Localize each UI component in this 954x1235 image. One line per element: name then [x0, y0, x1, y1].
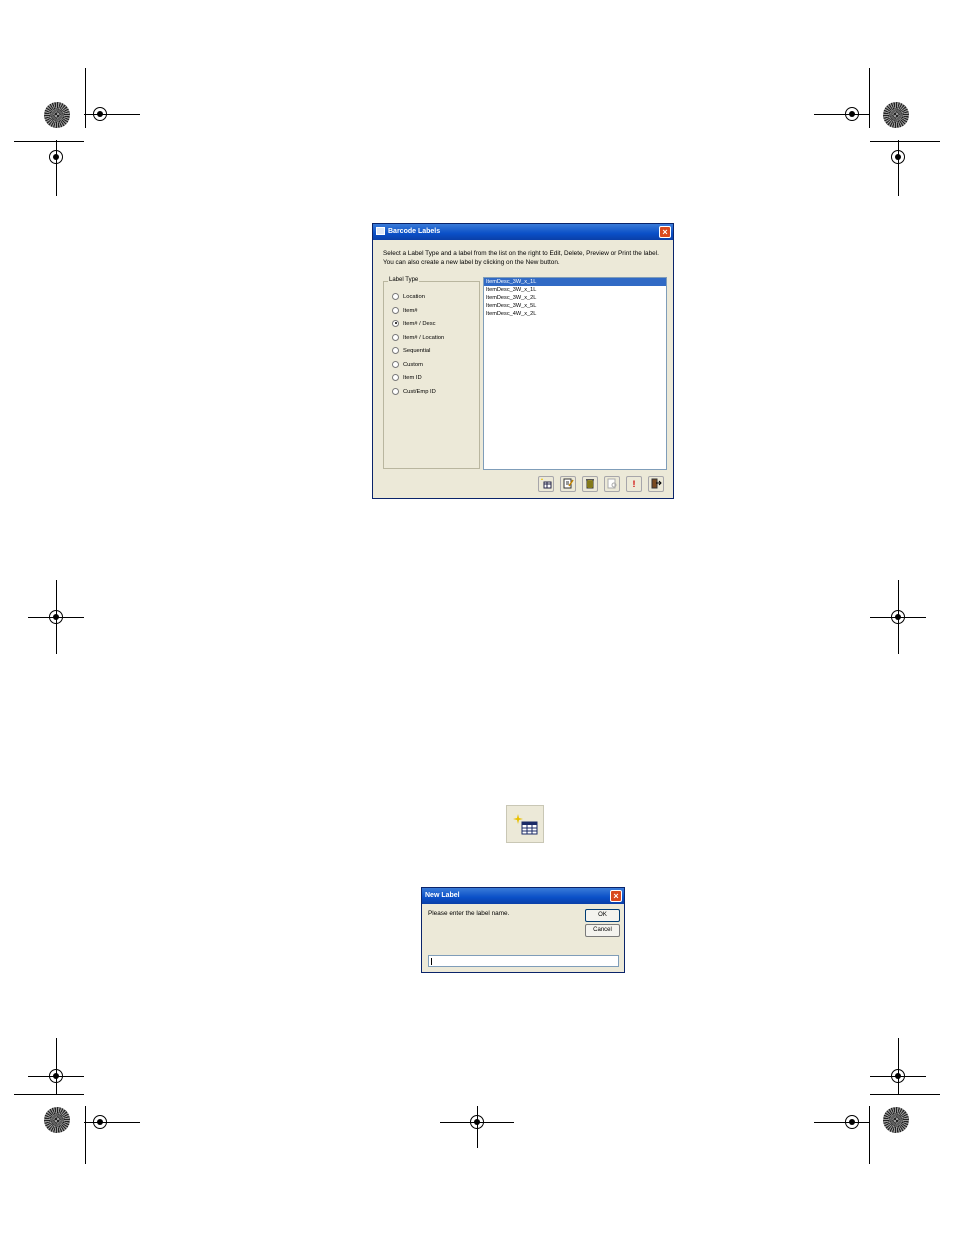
edit-button[interactable] [560, 476, 576, 492]
print-button[interactable]: ! [626, 476, 642, 492]
registration-mark [891, 150, 905, 164]
close-button[interactable]: × [610, 890, 622, 902]
radio-item-id[interactable]: Item ID [392, 373, 422, 383]
text-cursor [431, 958, 432, 965]
radio-sequential[interactable]: Sequential [392, 346, 430, 356]
list-item[interactable]: ItemDesc_3W_x_5L [484, 302, 666, 310]
registration-mark [470, 1115, 484, 1129]
ok-button[interactable]: OK [585, 909, 620, 922]
preview-button[interactable] [604, 476, 620, 492]
exit-icon [651, 478, 662, 489]
list-item[interactable]: ItemDesc_3W_x_1L [484, 286, 666, 294]
labels-listbox[interactable]: ItemDesc_3W_x_1L ItemDesc_3W_x_1L ItemDe… [483, 277, 667, 470]
close-icon: × [613, 891, 619, 901]
preview-icon [607, 478, 617, 489]
list-item[interactable]: ItemDesc_3W_x_1L [484, 278, 666, 286]
registration-mark [49, 610, 63, 624]
rosette-mark [44, 102, 70, 128]
new-label-icon [541, 478, 552, 489]
exit-button[interactable] [648, 476, 664, 492]
radio-icon [392, 360, 399, 368]
cancel-button[interactable]: Cancel [585, 924, 620, 937]
list-item[interactable]: ItemDesc_3W_x_2L [484, 294, 666, 302]
label-type-group: Label Type Location Item# Item# / Desc I… [383, 277, 480, 469]
new-label-icon [513, 814, 538, 835]
radio-item-number[interactable]: Item# [392, 306, 418, 316]
dialog-title: New Label [425, 892, 460, 899]
registration-mark [49, 1069, 63, 1083]
barcode-labels-dialog: Barcode Labels × Select a Label Type and… [372, 223, 674, 499]
barcode-app-icon [376, 227, 385, 236]
registration-mark [891, 610, 905, 624]
edit-icon [563, 478, 574, 489]
new-label-icon-callout [506, 805, 544, 843]
delete-button[interactable] [582, 476, 598, 492]
close-icon: × [662, 227, 668, 237]
label-name-input[interactable] [428, 955, 619, 967]
registration-mark [49, 150, 63, 164]
print-icon: ! [632, 479, 636, 489]
title-bar: New Label × [422, 888, 624, 904]
radio-icon [392, 292, 399, 300]
radio-location[interactable]: Location [392, 292, 425, 302]
prompt-text: Please enter the label name. [428, 910, 510, 917]
title-bar: Barcode Labels × [373, 224, 673, 240]
radio-item-location[interactable]: Item# / Location [392, 333, 444, 343]
instruction-text: Select a Label Type and a label from the… [383, 250, 659, 266]
rosette-mark [883, 1107, 909, 1133]
registration-mark [93, 1115, 107, 1129]
radio-icon [392, 346, 399, 354]
rosette-mark [44, 1107, 70, 1133]
rosette-mark [883, 102, 909, 128]
registration-mark [93, 107, 107, 121]
registration-mark [891, 1069, 905, 1083]
registration-mark [845, 107, 859, 121]
radio-custom[interactable]: Custom [392, 360, 423, 370]
radio-cust-emp-id[interactable]: Cust/Emp ID [392, 387, 436, 397]
radio-icon [392, 373, 399, 381]
list-item[interactable]: ItemDesc_4W_x_2L [484, 310, 666, 318]
radio-item-desc[interactable]: Item# / Desc [392, 319, 436, 329]
radio-icon [392, 333, 399, 341]
delete-icon [586, 479, 594, 489]
close-button[interactable]: × [659, 226, 671, 238]
group-label: Label Type [388, 277, 420, 283]
radio-checked-icon [392, 319, 399, 327]
new-label-dialog: New Label × Please enter the label name.… [421, 887, 625, 973]
registration-mark [845, 1115, 859, 1129]
radio-icon [392, 387, 399, 395]
new-label-button[interactable] [538, 476, 554, 492]
radio-icon [392, 306, 399, 314]
dialog-title: Barcode Labels [388, 228, 441, 235]
